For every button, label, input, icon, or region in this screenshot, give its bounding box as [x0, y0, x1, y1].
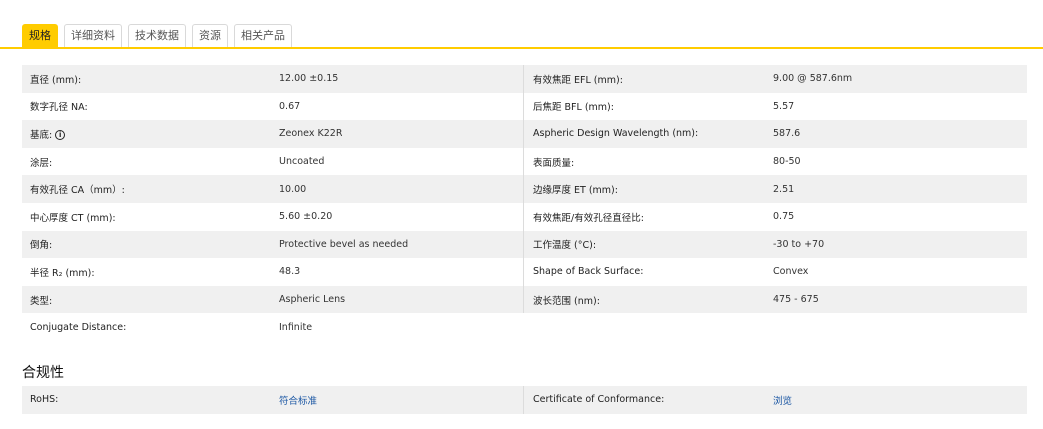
- spec-label: 有效孔径 CA（mm）:: [30, 185, 125, 197]
- tab-details[interactable]: 详细资料: [64, 24, 122, 47]
- spec-label: Aspheric Design Wavelength (nm):: [533, 128, 699, 140]
- spec-label: 边缘厚度 ET (mm):: [533, 185, 618, 197]
- table-row: 基底: i Zeonex K22R Aspheric Design Wavelen…: [22, 120, 1027, 148]
- spec-value: 0.67: [279, 100, 301, 112]
- rohs-link[interactable]: 符合标准: [272, 393, 317, 407]
- spec-value: Zeonex K22R: [279, 128, 343, 140]
- spec-value: 475 - 675: [773, 294, 819, 306]
- spec-label: 数字孔径 NA:: [30, 102, 88, 114]
- spec-value: 9.00 @ 587.6nm: [773, 73, 853, 85]
- tab-technical-data[interactable]: 技术数据: [128, 24, 186, 47]
- spec-label: 有效焦距/有效孔径直径比:: [533, 212, 644, 224]
- table-row: 涂层: Uncoated 表面质量: 80-50: [22, 147, 1027, 176]
- spec-value: 5.57: [773, 100, 795, 112]
- spec-label: 表面质量:: [533, 157, 575, 169]
- tab-bar: 规格 详细资料 技术数据 资源 相关产品: [22, 24, 292, 48]
- spec-label: 类型:: [30, 295, 53, 307]
- tab-specifications[interactable]: 规格: [22, 24, 58, 47]
- spec-value: 5.60 ±0.20: [279, 211, 333, 223]
- spec-value: 587.6: [773, 128, 801, 140]
- spec-label: 直径 (mm):: [30, 74, 82, 86]
- spec-label: 涂层:: [30, 157, 53, 169]
- spec-value: Infinite: [279, 321, 313, 333]
- substrate-label: 基底:: [30, 129, 53, 141]
- table-row: 半径 R₂ (mm): 48.3 Shape of Back Surface: Co…: [22, 258, 1027, 286]
- tab-related-products[interactable]: 相关产品: [234, 24, 292, 47]
- spec-value: 10.00: [279, 183, 307, 195]
- table-row: Conjugate Distance: Infinite: [22, 313, 1027, 341]
- certificate-label: Certificate of Conformance:: [533, 394, 665, 406]
- spec-label: 波长范围 (nm):: [533, 295, 600, 307]
- spec-value: Aspheric Lens: [279, 294, 346, 306]
- table-row: 有效孔径 CA（mm）: 10.00 边缘厚度 ET (mm): 2.51: [22, 175, 1027, 203]
- table-row: 中心厚度 CT (mm): 5.60 ±0.20 有效焦距/有效孔径直径比: 0.7…: [22, 202, 1027, 231]
- table-row: 倒角: Protective bevel as needed 工作温度 (°C):…: [22, 230, 1027, 259]
- compliance-table: RoHS: 符合标准 Certificate of Conformance: 浏览: [22, 386, 1027, 414]
- spec-value: 12.00 ±0.15: [279, 73, 339, 85]
- spec-label: 基底: i: [22, 127, 272, 141]
- table-row: 类型: Aspheric Lens 波长范围 (nm): 475 - 675: [22, 285, 1027, 314]
- spec-label: 工作温度 (°C):: [533, 240, 597, 252]
- compliance-heading: 合规性: [22, 365, 64, 381]
- spec-value: 48.3: [279, 266, 301, 278]
- spec-value: 0.75: [773, 211, 795, 223]
- spec-value: -30 to +70: [773, 238, 825, 250]
- spec-table: 直径 (mm): 12.00 ±0.15 有效焦距 EFL (mm): 9.00 @…: [22, 65, 1027, 341]
- spec-label: 半径 R₂ (mm):: [30, 267, 95, 279]
- rohs-label: RoHS:: [30, 394, 59, 406]
- spec-value: 2.51: [773, 183, 795, 195]
- spec-value: Uncoated: [279, 156, 325, 168]
- spec-label: Shape of Back Surface:: [533, 266, 644, 278]
- spec-value: 80-50: [773, 156, 801, 168]
- spec-label: Conjugate Distance:: [30, 321, 127, 333]
- spec-label: 倒角:: [30, 240, 53, 252]
- spec-value: Protective bevel as needed: [279, 238, 409, 250]
- info-icon[interactable]: i: [55, 130, 66, 141]
- certificate-view-link[interactable]: 浏览: [773, 393, 792, 407]
- spec-label: 有效焦距 EFL (mm):: [533, 74, 623, 86]
- table-row: 直径 (mm): 12.00 ±0.15 有效焦距 EFL (mm): 9.00 @…: [22, 65, 1027, 93]
- table-row: 数字孔径 NA: 0.67 后焦距 BFL (mm): 5.57: [22, 92, 1027, 121]
- spec-value: Convex: [773, 266, 809, 278]
- table-row: RoHS: 符合标准 Certificate of Conformance: 浏览: [22, 386, 1027, 414]
- tab-underline: [0, 47, 1043, 49]
- spec-label: 中心厚度 CT (mm):: [30, 212, 116, 224]
- spec-label: 后焦距 BFL (mm):: [533, 102, 614, 114]
- tab-resources[interactable]: 资源: [192, 24, 228, 47]
